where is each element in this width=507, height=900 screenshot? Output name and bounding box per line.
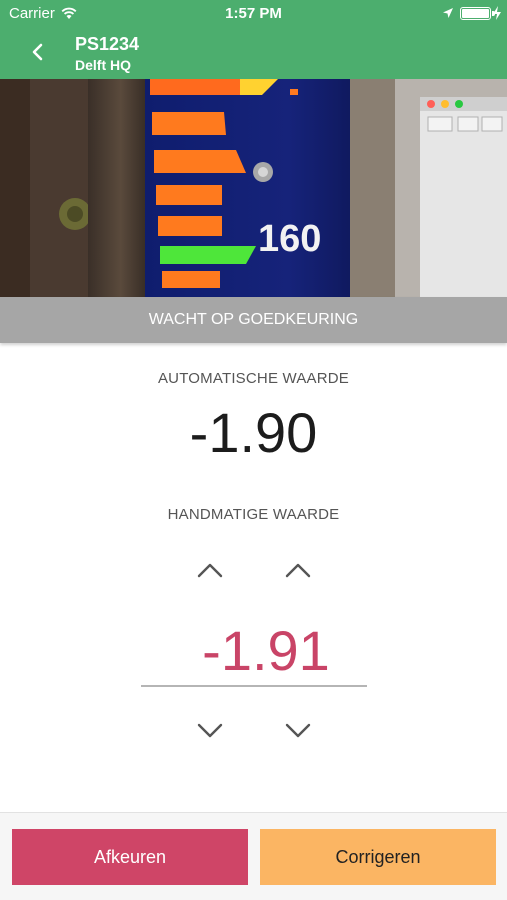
- manual-value-input[interactable]: -1.91: [141, 618, 367, 683]
- page-subtitle: Delft HQ: [75, 57, 131, 73]
- gauge-number: 160: [258, 218, 321, 260]
- correct-button[interactable]: Corrigeren: [260, 829, 496, 885]
- location-arrow-icon: [443, 8, 453, 18]
- page-title: PS1234: [75, 34, 140, 54]
- manual-value-label: HANDMATIGE WAARDE: [167, 506, 340, 523]
- gauge-photo: 160: [0, 79, 507, 297]
- battery-icon: [460, 7, 495, 20]
- reject-button[interactable]: Afkeuren: [12, 829, 248, 885]
- gauge-photo-image: 160: [0, 79, 507, 297]
- automatic-value-label: AUTOMATISCHE WAARDE: [157, 370, 350, 387]
- increment-decimal-chevron-up-icon[interactable]: [284, 561, 312, 579]
- status-time: 1:57 PM: [225, 5, 282, 22]
- manual-value-underline: [141, 685, 367, 687]
- back-chevron-icon[interactable]: [26, 40, 50, 64]
- approval-status-banner: WACHT OP GOEDKEURING: [0, 297, 507, 343]
- status-bar: Carrier 1:57 PM: [0, 0, 507, 28]
- increment-integer-chevron-up-icon[interactable]: [196, 561, 224, 579]
- app-header: Carrier 1:57 PM PS1234 Delft HQ: [0, 0, 507, 79]
- automatic-value: -1.90: [189, 401, 318, 464]
- decrement-integer-chevron-down-icon[interactable]: [196, 722, 224, 740]
- charging-bolt-icon: [493, 6, 501, 20]
- decrement-decimal-chevron-down-icon[interactable]: [284, 722, 312, 740]
